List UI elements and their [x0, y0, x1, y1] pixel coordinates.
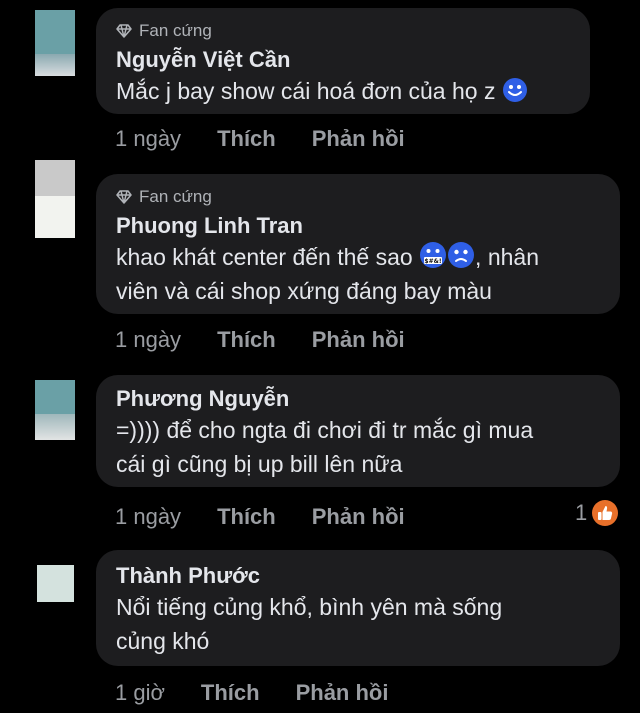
reply-button[interactable]: Phản hồi — [312, 126, 405, 152]
like-button[interactable]: Thích — [201, 680, 260, 706]
comment-author[interactable]: Nguyễn Việt Cần — [116, 46, 570, 74]
comment-text-line: cái gì cũng bị up bill lên nữa — [116, 451, 403, 477]
svg-text:$#&!: $#&! — [424, 258, 441, 265]
comment-time[interactable]: 1 ngày — [115, 126, 181, 152]
reply-button[interactable]: Phản hồi — [312, 504, 405, 530]
avatar[interactable] — [35, 380, 75, 440]
badge-label: Fan cứng — [139, 21, 212, 40]
comment-author[interactable]: Phuong Linh Tran — [116, 212, 600, 240]
reaction-count: 1 — [575, 500, 588, 525]
comment-text: Nổi tiếng củng khổ, bình yên mà sống củn… — [116, 590, 600, 658]
comment-time[interactable]: 1 ngày — [115, 504, 181, 530]
comment-author[interactable]: Phương Nguyễn — [116, 385, 600, 413]
comment-text-line: củng khó — [116, 628, 210, 654]
reply-button[interactable]: Phản hồi — [296, 680, 389, 706]
comment-actions: 1 ngày Thích Phản hồi — [115, 327, 441, 353]
comment-time[interactable]: 1 giờ — [115, 680, 165, 706]
comment-bubble: Thành Phước Nổi tiếng củng khổ, bình yên… — [96, 550, 620, 666]
comment-actions: 1 giờ Thích Phản hồi — [115, 680, 424, 706]
like-button[interactable]: Thích — [217, 504, 276, 530]
comment-actions: 1 ngày Thích Phản hồi — [115, 504, 441, 530]
comment-text-content: Mắc j bay show cái hoá đơn của họ z — [116, 78, 496, 104]
like-button[interactable]: Thích — [217, 327, 276, 353]
fan-badge: Fan cứng — [116, 186, 600, 208]
comment-bubble: Fan cứng Phuong Linh Tran khao khát cent… — [96, 174, 620, 314]
comment-bubble: Fan cứng Nguyễn Việt Cần Mắc j bay show … — [96, 8, 590, 114]
badge-label: Fan cứng — [139, 187, 212, 206]
like-button[interactable]: Thích — [217, 126, 276, 152]
comment-text-line: khao khát center đến thế sao — [116, 244, 413, 270]
comment-actions: 1 ngày Thích Phản hồi — [115, 126, 441, 152]
reply-button[interactable]: Phản hồi — [312, 327, 405, 353]
comment-bubble: Phương Nguyễn =)))) để cho ngta đi chơi … — [96, 375, 620, 487]
reaction-summary[interactable]: 1 — [575, 499, 619, 527]
fan-badge: Fan cứng — [116, 20, 570, 42]
avatar[interactable] — [35, 10, 75, 76]
comment-time[interactable]: 1 ngày — [115, 327, 181, 353]
comment-text: Mắc j bay show cái hoá đơn của họ z — [116, 74, 570, 108]
comment-text-line: =)))) để cho ngta đi chơi đi tr mắc gì m… — [116, 417, 534, 443]
sad-face-icon — [448, 242, 475, 268]
avatar[interactable] — [35, 160, 75, 238]
comment-text-line-end: , nhân — [475, 244, 539, 270]
diamond-icon — [116, 190, 132, 204]
comment-text-line: viên và cái shop xứng đáng bay màu — [116, 278, 492, 304]
comment-text-line: Nổi tiếng củng khổ, bình yên mà sống — [116, 594, 503, 620]
smiling-face-icon — [502, 78, 527, 102]
comment-text: =)))) để cho ngta đi chơi đi tr mắc gì m… — [116, 413, 600, 481]
comment-author[interactable]: Thành Phước — [116, 562, 600, 590]
avatar[interactable] — [37, 565, 74, 602]
like-icon — [592, 500, 619, 526]
cursing-face-icon: $#&! — [420, 242, 447, 268]
comment-text: khao khát center đến thế sao $#&! , nhân… — [116, 240, 600, 308]
diamond-icon — [116, 24, 132, 38]
